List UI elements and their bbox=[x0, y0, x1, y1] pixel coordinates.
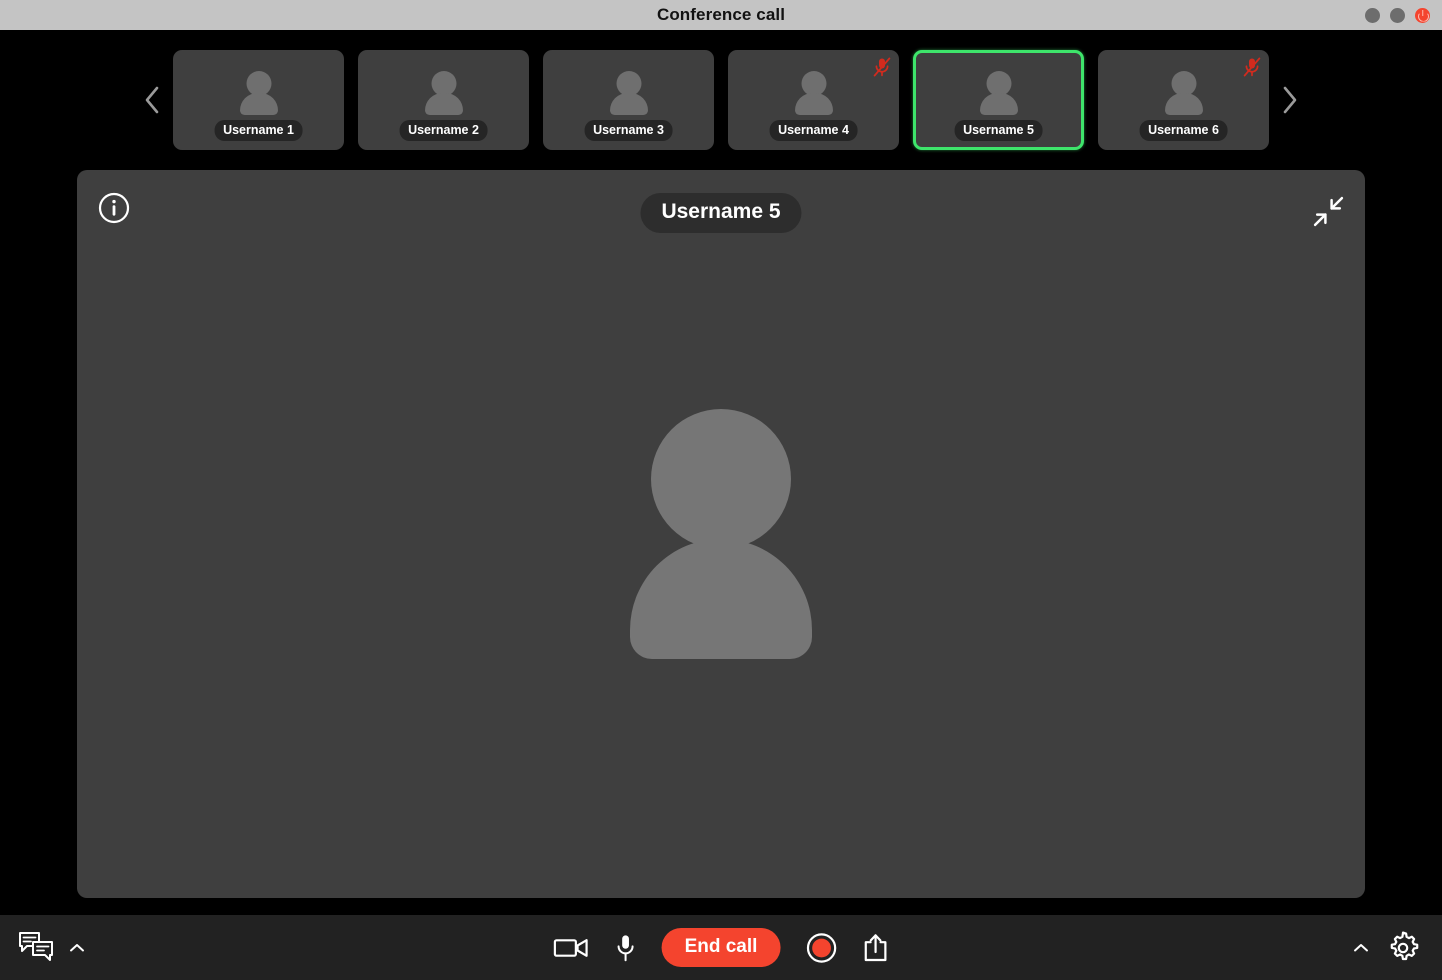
close-button[interactable] bbox=[1415, 7, 1430, 23]
avatar-head bbox=[651, 409, 791, 549]
participant-name-badge: Username 1 bbox=[214, 120, 303, 141]
avatar-body bbox=[609, 93, 648, 115]
chat-icon bbox=[19, 931, 53, 961]
participant-name-badge: Username 3 bbox=[584, 120, 673, 141]
participant-name-badge: Username 4 bbox=[769, 120, 858, 141]
participant-name-badge: Username 2 bbox=[399, 120, 488, 141]
participant-filmstrip: Username 1 Username 2 Username 3 Usernam… bbox=[0, 30, 1442, 170]
window-controls bbox=[1365, 0, 1430, 30]
share-icon bbox=[864, 933, 887, 961]
conference-call-window: Conference call Username 1 Username 2 Us… bbox=[0, 0, 1442, 980]
microphone-button[interactable] bbox=[616, 934, 636, 962]
chat-button[interactable] bbox=[18, 931, 58, 965]
avatar-body bbox=[239, 93, 278, 115]
maximize-button[interactable] bbox=[1390, 7, 1405, 23]
thumbnail-list: Username 1 Username 2 Username 3 Usernam… bbox=[173, 50, 1269, 150]
participant-thumbnail-6[interactable]: Username 6 bbox=[1098, 50, 1269, 150]
window-title: Conference call bbox=[656, 5, 786, 24]
mic-off-icon bbox=[1243, 57, 1261, 77]
call-controls-toolbar: End call bbox=[0, 915, 1442, 980]
participant-name-badge: Username 5 bbox=[954, 120, 1043, 141]
avatar bbox=[608, 71, 650, 123]
share-button[interactable] bbox=[862, 933, 888, 963]
chevron-right-icon bbox=[1283, 86, 1297, 114]
camera-button[interactable] bbox=[553, 936, 590, 960]
chevron-up-icon bbox=[1354, 943, 1368, 951]
chat-options-button[interactable] bbox=[68, 942, 86, 954]
stage-top-bar: Username 5 bbox=[77, 170, 1365, 248]
participant-thumbnail-3[interactable]: Username 3 bbox=[543, 50, 714, 150]
participant-thumbnail-4[interactable]: Username 4 bbox=[728, 50, 899, 150]
minimize-button[interactable] bbox=[1365, 7, 1380, 23]
toolbar-right-group bbox=[1352, 931, 1420, 965]
settings-options-button[interactable] bbox=[1352, 942, 1370, 954]
filmstrip-next-button[interactable] bbox=[1269, 70, 1311, 130]
chevron-up-icon bbox=[70, 943, 84, 951]
info-icon[interactable] bbox=[98, 192, 130, 224]
participant-name-badge: Username 6 bbox=[1139, 120, 1228, 141]
avatar bbox=[423, 71, 465, 123]
chevron-left-icon bbox=[145, 86, 159, 114]
avatar-body bbox=[979, 93, 1018, 115]
main-video-stage: Username 5 bbox=[77, 170, 1365, 898]
avatar bbox=[793, 71, 835, 123]
filmstrip-prev-button[interactable] bbox=[131, 70, 173, 130]
placeholder-avatar bbox=[621, 399, 821, 669]
participant-thumbnail-1[interactable]: Username 1 bbox=[173, 50, 344, 150]
avatar-body bbox=[1164, 93, 1203, 115]
avatar-body bbox=[794, 93, 833, 115]
toolbar-center-group: End call bbox=[553, 928, 889, 967]
collapse-icon[interactable] bbox=[1312, 195, 1345, 228]
record-button[interactable] bbox=[806, 932, 837, 963]
title-bar: Conference call bbox=[0, 0, 1442, 30]
end-call-button[interactable]: End call bbox=[661, 928, 781, 967]
avatar-body bbox=[630, 539, 812, 659]
avatar bbox=[1163, 71, 1205, 123]
participant-thumbnail-2[interactable]: Username 2 bbox=[358, 50, 529, 150]
video-camera-icon bbox=[553, 938, 588, 957]
gear-icon bbox=[1390, 931, 1419, 960]
avatar-body bbox=[424, 93, 463, 115]
microphone-icon bbox=[617, 934, 634, 961]
settings-button[interactable] bbox=[1386, 931, 1420, 965]
mic-off-icon bbox=[873, 57, 891, 77]
avatar bbox=[978, 71, 1020, 123]
participant-thumbnail-5[interactable]: Username 5 bbox=[913, 50, 1084, 150]
active-speaker-name-badge: Username 5 bbox=[640, 193, 802, 233]
record-icon bbox=[806, 932, 837, 963]
toolbar-left-group bbox=[18, 931, 86, 965]
avatar bbox=[238, 71, 280, 123]
